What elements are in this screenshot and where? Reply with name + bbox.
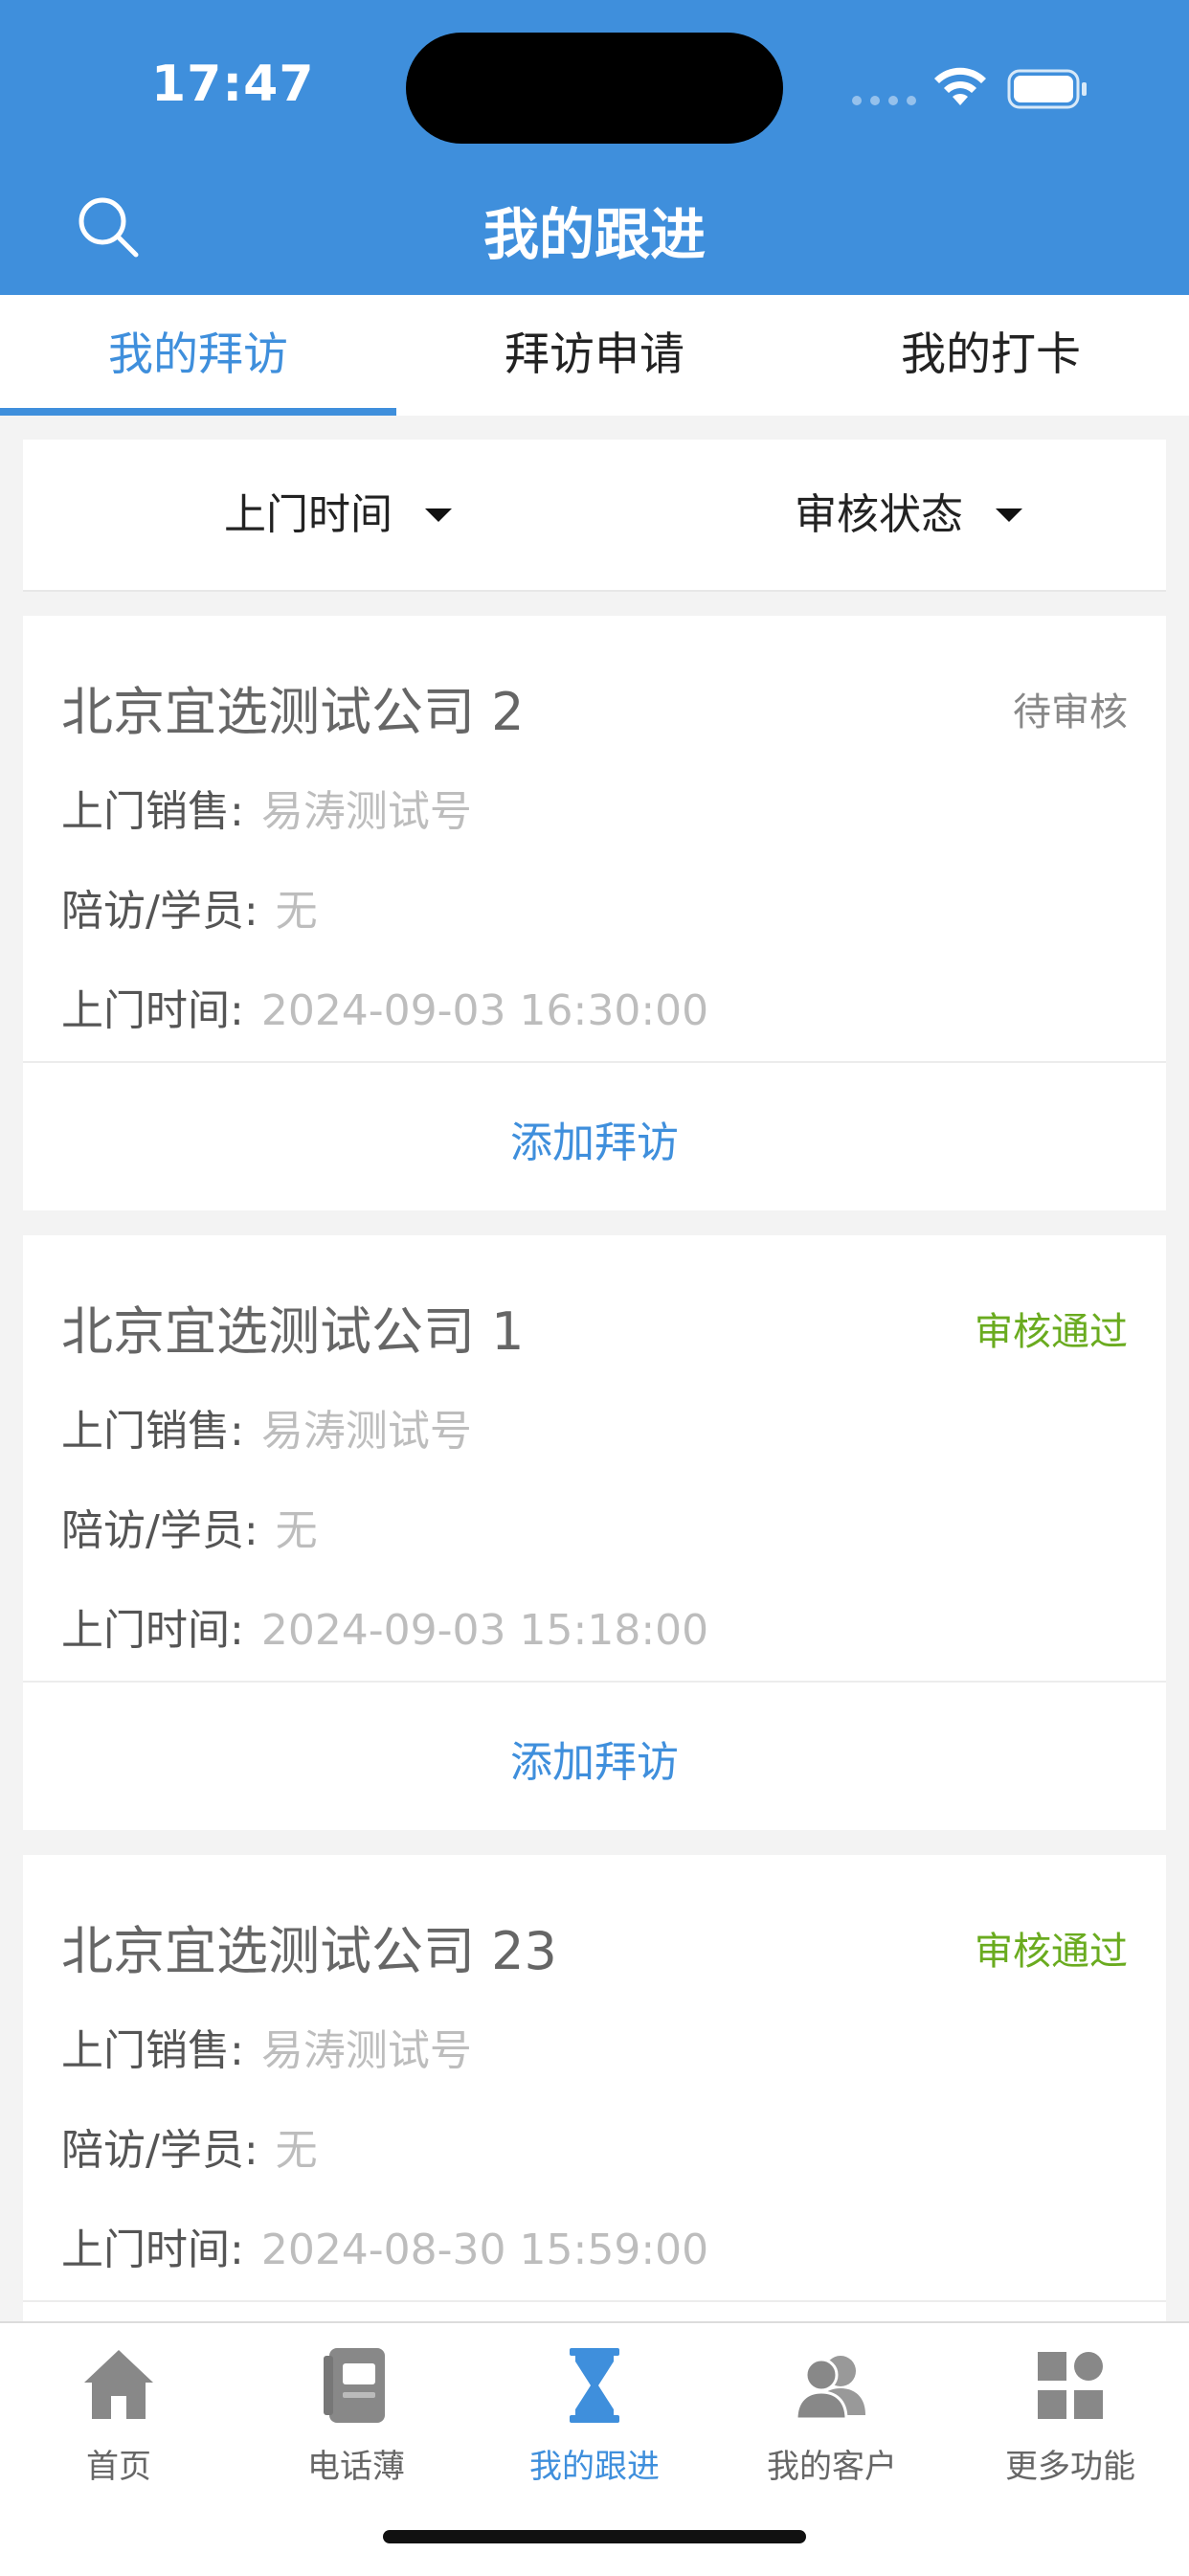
field-visit-time: 上门时间: 2024-08-30 15:59:00	[61, 2215, 708, 2276]
field-visit-time: 上门时间: 2024-09-03 16:30:00	[61, 976, 708, 1037]
tabbar-item-my-customers[interactable]: 我的客户	[713, 2342, 951, 2487]
filter-bar: 上门时间 审核状态	[23, 440, 1166, 592]
field-label: 上门时间:	[61, 1606, 244, 1655]
field-sales: 上门销售: 易涛测试号	[61, 777, 472, 838]
wifi-icon	[934, 67, 986, 105]
field-value: 2024-09-03 16:30:00	[260, 986, 709, 1035]
tabbar-label: 我的跟进	[529, 2448, 660, 2486]
header: 17:47 我的跟进	[0, 0, 1189, 295]
visit-card[interactable]: 北京宜选测试公司 23 审核通过 上门销售: 易涛测试号 陪访/学员: 无 上门时间…	[23, 1855, 1166, 2334]
field-value: 易涛测试号	[260, 2026, 472, 2075]
tabbar-label: 更多功能	[1005, 2448, 1135, 2486]
tabbar-item-more-functions[interactable]: 更多功能	[952, 2342, 1189, 2487]
more-functions-icon	[1038, 2352, 1103, 2419]
tabbar-item-phonebook[interactable]: 电话薄	[237, 2342, 475, 2487]
field-label: 上门销售:	[61, 2026, 244, 2075]
field-label: 上门销售:	[61, 787, 244, 836]
add-visit-button[interactable]: 添加拜访	[23, 1728, 1166, 1789]
field-value: 无	[275, 2126, 318, 2175]
visit-card[interactable]: 北京宜选测试公司 2 待审核 上门销售: 易涛测试号 陪访/学员: 无 上门时间: 2…	[23, 616, 1166, 1210]
field-companion: 陪访/学员: 无	[61, 876, 318, 938]
tabbar-label: 我的客户	[767, 2448, 897, 2486]
cellular-signal-icon	[852, 96, 916, 105]
field-companion: 陪访/学员: 无	[61, 2115, 318, 2177]
field-value: 2024-09-03 15:18:00	[260, 1606, 709, 1655]
tab-my-checkins[interactable]: 我的打卡	[793, 295, 1189, 416]
field-value: 2024-08-30 15:59:00	[260, 2226, 709, 2274]
caret-down-icon	[425, 508, 452, 522]
status-badge: 审核通过	[975, 1930, 1128, 1974]
phonebook-icon	[324, 2348, 385, 2423]
field-label: 上门销售:	[61, 1407, 244, 1456]
page-title: 我的跟进	[482, 202, 706, 267]
tabbar-item-home[interactable]: 首页	[0, 2342, 237, 2487]
tab-visit-requests[interactable]: 拜访申请	[396, 295, 793, 416]
field-value: 无	[275, 1506, 318, 1555]
caret-down-icon	[996, 508, 1022, 522]
field-value: 易涛测试号	[260, 787, 472, 836]
hourglass-icon	[570, 2348, 619, 2423]
field-companion: 陪访/学员: 无	[61, 1496, 318, 1557]
field-label: 陪访/学员:	[61, 1506, 258, 1555]
tabbar-item-my-follow-up[interactable]: 我的跟进	[476, 2342, 713, 2487]
add-visit-button[interactable]: 添加拜访	[23, 1108, 1166, 1169]
company-name: 北京宜选测试公司 2	[61, 682, 525, 742]
status-badge: 待审核	[1013, 690, 1128, 734]
company-name: 北京宜选测试公司 1	[61, 1301, 525, 1362]
filter-review-status-label: 审核状态	[795, 490, 963, 539]
tabbar-label: 首页	[86, 2448, 151, 2486]
bottom-tab-bar: 首页 电话薄 我的跟进 我的客户 更多功能	[0, 2321, 1189, 2576]
home-indicator[interactable]	[383, 2530, 806, 2543]
field-visit-time: 上门时间: 2024-09-03 15:18:00	[61, 1595, 708, 1657]
filter-visit-time[interactable]: 上门时间	[224, 440, 452, 590]
home-icon	[84, 2350, 153, 2419]
field-value: 无	[275, 887, 318, 936]
field-label: 上门时间:	[61, 986, 244, 1035]
divider	[23, 1061, 1166, 1063]
field-sales: 上门销售: 易涛测试号	[61, 2016, 472, 2077]
status-time: 17:47	[151, 56, 315, 113]
field-value: 易涛测试号	[260, 1407, 472, 1456]
field-label: 陪访/学员:	[61, 2126, 258, 2175]
tabbar-label: 电话薄	[307, 2448, 405, 2486]
customers-icon	[795, 2356, 865, 2421]
field-sales: 上门销售: 易涛测试号	[61, 1396, 472, 1457]
visit-card[interactable]: 北京宜选测试公司 1 审核通过 上门销售: 易涛测试号 陪访/学员: 无 上门时间:…	[23, 1235, 1166, 1830]
tab-my-visits[interactable]: 我的拜访	[0, 295, 396, 416]
divider	[23, 1681, 1166, 1683]
tab-bar-top: 我的拜访 拜访申请 我的打卡	[0, 295, 1189, 416]
dynamic-island	[406, 33, 783, 144]
field-label: 上门时间:	[61, 2226, 244, 2274]
filter-visit-time-label: 上门时间	[224, 490, 393, 539]
company-name: 北京宜选测试公司 23	[61, 1921, 557, 1981]
status-badge: 审核通过	[975, 1310, 1128, 1354]
filter-review-status[interactable]: 审核状态	[795, 440, 1022, 590]
divider	[23, 2300, 1166, 2302]
field-label: 陪访/学员:	[61, 887, 258, 936]
battery-icon	[1007, 69, 1087, 109]
